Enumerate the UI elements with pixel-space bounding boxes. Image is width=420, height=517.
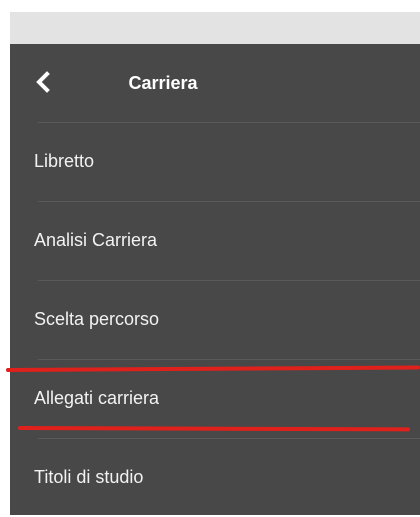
career-menu: Libretto Analisi Carriera Scelta percors… bbox=[10, 122, 420, 517]
menu-item-libretto[interactable]: Libretto bbox=[10, 122, 420, 201]
page-title: Carriera bbox=[128, 73, 198, 93]
menu-item-titoli-di-studio[interactable]: Titoli di studio bbox=[10, 438, 420, 517]
panel-header: Carriera bbox=[10, 44, 420, 122]
menu-item-label: Scelta percorso bbox=[34, 309, 160, 329]
navigation-panel: Carriera Libretto Analisi Carriera Scelt… bbox=[10, 44, 420, 515]
menu-item-label: Titoli di studio bbox=[34, 467, 144, 487]
menu-item-scelta-percorso[interactable]: Scelta percorso bbox=[10, 280, 420, 359]
menu-item-label: Analisi Carriera bbox=[34, 230, 158, 250]
top-bar-strip bbox=[10, 12, 420, 44]
menu-item-analisi-carriera[interactable]: Analisi Carriera bbox=[10, 201, 420, 280]
menu-item-label: Libretto bbox=[34, 151, 95, 171]
menu-divider bbox=[38, 122, 420, 123]
